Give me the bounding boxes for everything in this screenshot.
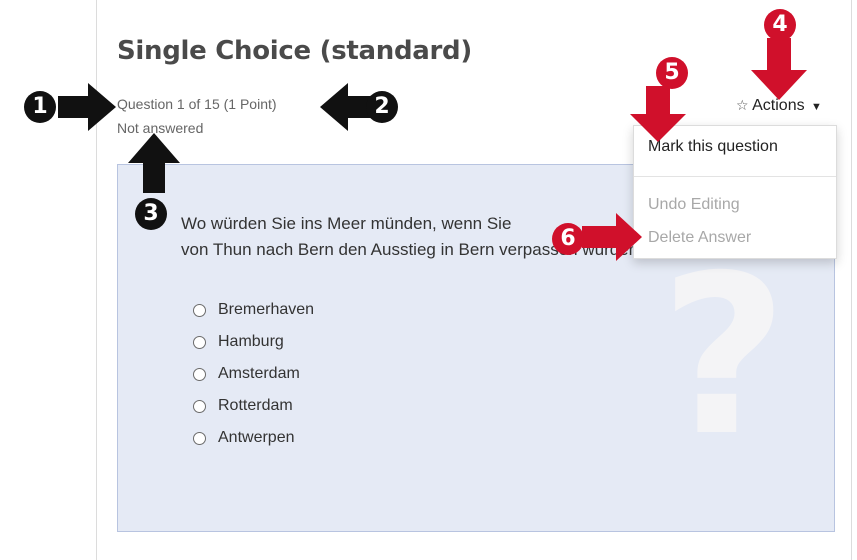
option-rotterdam[interactable]: Rotterdam (193, 390, 314, 422)
arrow-up-icon (128, 133, 180, 193)
actions-dropdown: Mark this question Undo Editing Delete A… (633, 125, 837, 259)
option-label: Bremerhaven (218, 301, 315, 318)
callout-6: 6 (552, 223, 584, 255)
radio-icon[interactable] (193, 303, 206, 317)
callout-1: 1 (24, 91, 56, 123)
star-outline-icon: ☆ (736, 97, 749, 113)
option-label: Rotterdam (218, 397, 293, 414)
arrow-down-icon (751, 38, 807, 100)
radio-icon[interactable] (193, 431, 206, 445)
callout-3: 3 (135, 198, 167, 230)
option-label: Amsterdam (218, 365, 300, 382)
answer-options: Bremerhaven Hamburg Amsterdam Rotterdam … (193, 294, 314, 454)
option-amsterdam[interactable]: Amsterdam (193, 358, 314, 390)
radio-icon[interactable] (193, 399, 206, 413)
option-antwerpen[interactable]: Antwerpen (193, 422, 314, 454)
radio-icon[interactable] (193, 367, 206, 381)
menu-divider (634, 176, 836, 177)
option-hamburg[interactable]: Hamburg (193, 326, 314, 358)
arrow-right-icon (58, 83, 116, 131)
arrow-right-icon (582, 213, 642, 261)
undo-editing-item[interactable]: Undo Editing (648, 196, 740, 214)
callout-5: 5 (656, 57, 688, 89)
question-counter: Question 1 of 15 (1 Point) (117, 96, 277, 112)
question-title: Single Choice (standard) (117, 36, 472, 66)
arrow-down-icon (630, 86, 686, 142)
callout-2: 2 (366, 91, 398, 123)
caret-down-icon: ▼ (811, 101, 822, 113)
callout-4: 4 (764, 9, 796, 41)
option-label: Hamburg (218, 333, 284, 350)
radio-icon[interactable] (193, 335, 206, 349)
option-bremerhaven[interactable]: Bremerhaven (193, 294, 314, 326)
question-mark-icon: ? (660, 228, 788, 484)
delete-answer-item[interactable]: Delete Answer (648, 229, 751, 247)
option-label: Antwerpen (218, 429, 295, 446)
